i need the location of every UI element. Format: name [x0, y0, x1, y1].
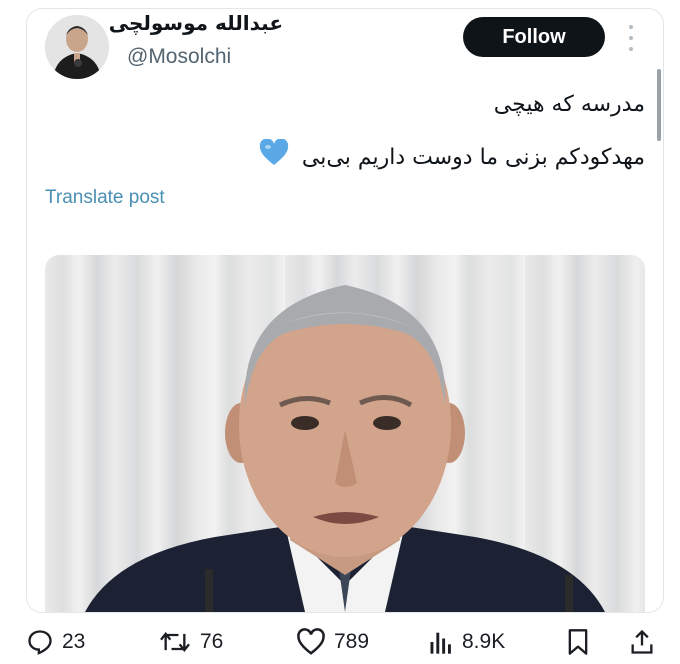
tweet-text-line-1: مدرسه که هیچی [85, 89, 645, 121]
bookmark-icon [568, 629, 588, 655]
more-options-icon[interactable] [625, 25, 637, 51]
avatar-photo [45, 15, 109, 79]
blue-heart-icon [259, 138, 289, 177]
tweet-card: عبدالله موسولچی @Mosolchi Follow مدرسه ک… [26, 8, 664, 613]
reply-button[interactable]: 23 [26, 626, 85, 658]
scrollbar[interactable] [657, 69, 661, 141]
views-button[interactable]: 8.9K [428, 626, 505, 658]
views-count: 8.9K [462, 630, 506, 653]
translate-post-link[interactable]: Translate post [45, 187, 165, 209]
author-handle[interactable]: @Mosolchi [127, 45, 231, 69]
author-name[interactable]: عبدالله موسولچی [109, 11, 283, 35]
avatar[interactable] [45, 15, 109, 79]
repost-button[interactable]: 76 [158, 626, 223, 658]
like-count: 789 [334, 630, 370, 653]
portrait-photo [85, 285, 605, 612]
heart-icon [297, 628, 325, 655]
repost-icon [160, 631, 190, 653]
post-image[interactable] [45, 255, 645, 612]
follow-button[interactable]: Follow [463, 17, 605, 57]
reply-count: 23 [62, 630, 86, 653]
tweet-text-2: مهدکودکم بزنی ما دوست داریم بی‌بی [301, 145, 645, 170]
reply-icon [28, 630, 52, 655]
share-icon [631, 629, 653, 654]
tweet-text-line-2: مهدکودکم بزنی ما دوست داریم بی‌بی [85, 138, 645, 177]
action-bar: 23 76 789 8.9K [0, 620, 680, 664]
bookmark-button[interactable] [566, 626, 590, 658]
repost-count: 76 [200, 630, 224, 653]
share-button[interactable] [630, 626, 654, 658]
views-bar-chart-icon [430, 632, 451, 654]
tweet-text-1: مدرسه که هیچی [493, 92, 645, 117]
like-button[interactable]: 789 [296, 626, 369, 658]
